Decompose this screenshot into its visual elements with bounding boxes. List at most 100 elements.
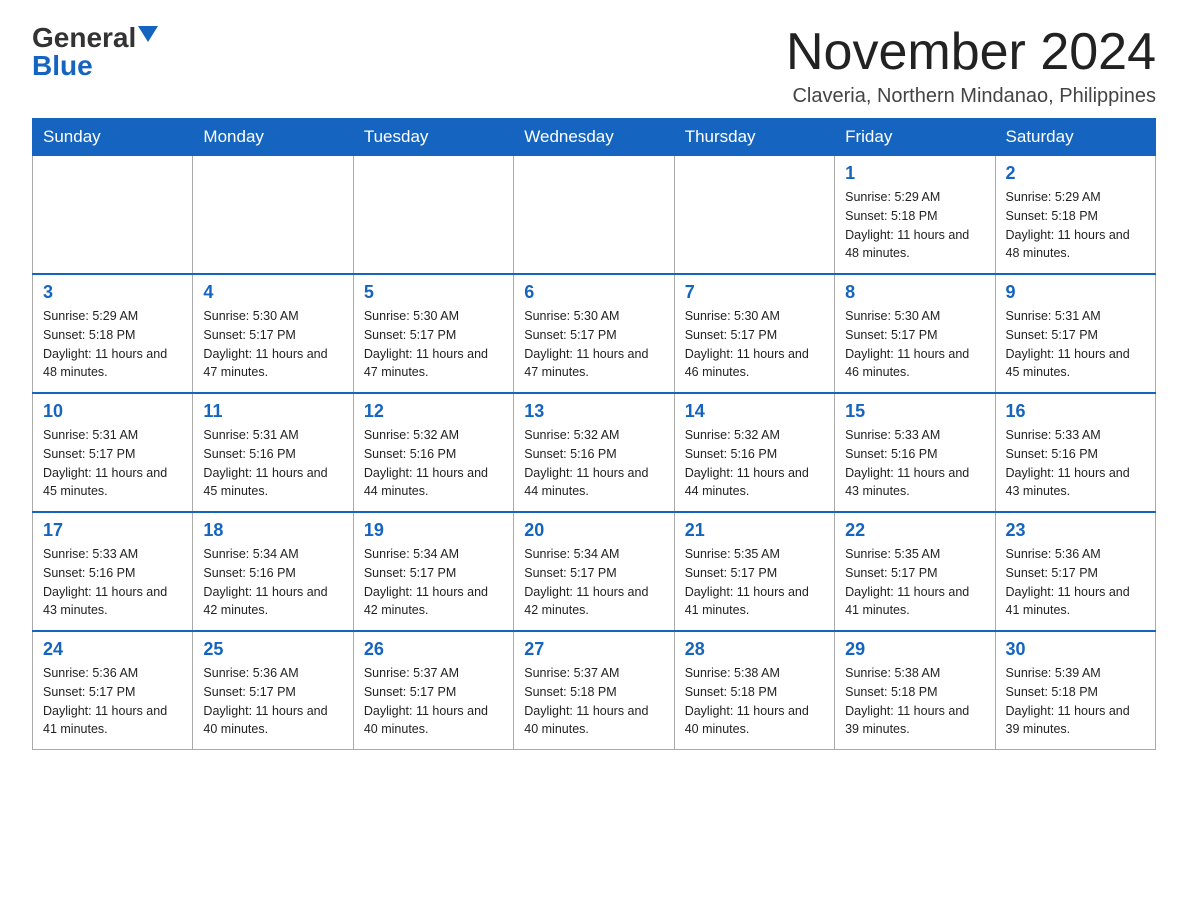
table-row: 6 Sunrise: 5:30 AMSunset: 5:17 PMDaylight…: [514, 274, 674, 393]
calendar-week-row: 24 Sunrise: 5:36 AMSunset: 5:17 PMDayligh…: [33, 631, 1156, 750]
day-info: Sunrise: 5:38 AMSunset: 5:18 PMDaylight:…: [845, 664, 984, 739]
day-number: 14: [685, 401, 824, 422]
day-number: 9: [1006, 282, 1145, 303]
table-row: [353, 156, 513, 275]
table-row: 14 Sunrise: 5:32 AMSunset: 5:16 PMDayligh…: [674, 393, 834, 512]
header-sunday: Sunday: [33, 119, 193, 156]
calendar-week-row: 10Sunrise: 5:31 AMSunset: 5:17 PMDayligh…: [33, 393, 1156, 512]
table-row: 27 Sunrise: 5:37 AMSunset: 5:18 PMDayligh…: [514, 631, 674, 750]
day-number: 25: [203, 639, 342, 660]
table-row: 4Sunrise: 5:30 AMSunset: 5:17 PMDaylight…: [193, 274, 353, 393]
table-row: 16 Sunrise: 5:33 AMSunset: 5:16 PMDayligh…: [995, 393, 1155, 512]
header-tuesday: Tuesday: [353, 119, 513, 156]
table-row: 20 Sunrise: 5:34 AMSunset: 5:17 PMDayligh…: [514, 512, 674, 631]
table-row: 5Sunrise: 5:30 AMSunset: 5:17 PMDaylight…: [353, 274, 513, 393]
day-number: 20: [524, 520, 663, 541]
table-row: 19 Sunrise: 5:34 AMSunset: 5:17 PMDayligh…: [353, 512, 513, 631]
calendar-week-row: 17 Sunrise: 5:33 AMSunset: 5:16 PMDayligh…: [33, 512, 1156, 631]
day-number: 19: [364, 520, 503, 541]
day-info: Sunrise: 5:36 AMSunset: 5:17 PMDaylight:…: [203, 664, 342, 739]
day-info: Sunrise: 5:34 AMSunset: 5:16 PMDaylight:…: [203, 545, 342, 620]
day-info: Sunrise: 5:32 AMSunset: 5:16 PMDaylight:…: [364, 426, 503, 501]
month-title: November 2024: [786, 24, 1156, 81]
day-number: 26: [364, 639, 503, 660]
table-row: 8 Sunrise: 5:30 AMSunset: 5:17 PMDaylight…: [835, 274, 995, 393]
table-row: 7Sunrise: 5:30 AMSunset: 5:17 PMDaylight…: [674, 274, 834, 393]
table-row: 17 Sunrise: 5:33 AMSunset: 5:16 PMDayligh…: [33, 512, 193, 631]
day-info: Sunrise: 5:37 AMSunset: 5:17 PMDaylight:…: [364, 664, 503, 739]
table-row: 10Sunrise: 5:31 AMSunset: 5:17 PMDayligh…: [33, 393, 193, 512]
day-info: Sunrise: 5:39 AMSunset: 5:18 PMDaylight:…: [1006, 664, 1145, 739]
day-number: 7: [685, 282, 824, 303]
location-subtitle: Claveria, Northern Mindanao, Philippines: [786, 85, 1156, 108]
header-thursday: Thursday: [674, 119, 834, 156]
day-number: 30: [1006, 639, 1145, 660]
header-saturday: Saturday: [995, 119, 1155, 156]
calendar-week-row: 1 Sunrise: 5:29 AMSunset: 5:18 PMDaylight…: [33, 156, 1156, 275]
day-number: 12: [364, 401, 503, 422]
table-row: 11 Sunrise: 5:31 AMSunset: 5:16 PMDayligh…: [193, 393, 353, 512]
table-row: [514, 156, 674, 275]
table-row: 9 Sunrise: 5:31 AMSunset: 5:17 PMDaylight…: [995, 274, 1155, 393]
logo-general: General: [32, 24, 136, 52]
day-number: 1: [845, 163, 984, 184]
day-number: 28: [685, 639, 824, 660]
calendar-table: Sunday Monday Tuesday Wednesday Thursday…: [32, 118, 1156, 750]
day-info: Sunrise: 5:38 AMSunset: 5:18 PMDaylight:…: [685, 664, 824, 739]
day-info: Sunrise: 5:31 AMSunset: 5:16 PMDaylight:…: [203, 426, 342, 501]
day-info: Sunrise: 5:32 AMSunset: 5:16 PMDaylight:…: [685, 426, 824, 501]
day-info: Sunrise: 5:30 AMSunset: 5:17 PMDaylight:…: [845, 307, 984, 382]
header-wednesday: Wednesday: [514, 119, 674, 156]
day-info: Sunrise: 5:33 AMSunset: 5:16 PMDaylight:…: [43, 545, 182, 620]
header-monday: Monday: [193, 119, 353, 156]
table-row: 13Sunrise: 5:32 AMSunset: 5:16 PMDayligh…: [514, 393, 674, 512]
day-number: 6: [524, 282, 663, 303]
day-number: 24: [43, 639, 182, 660]
day-info: Sunrise: 5:35 AMSunset: 5:17 PMDaylight:…: [845, 545, 984, 620]
day-info: Sunrise: 5:37 AMSunset: 5:18 PMDaylight:…: [524, 664, 663, 739]
day-number: 11: [203, 401, 342, 422]
header-friday: Friday: [835, 119, 995, 156]
day-info: Sunrise: 5:36 AMSunset: 5:17 PMDaylight:…: [43, 664, 182, 739]
day-number: 27: [524, 639, 663, 660]
day-info: Sunrise: 5:35 AMSunset: 5:17 PMDaylight:…: [685, 545, 824, 620]
table-row: 30 Sunrise: 5:39 AMSunset: 5:18 PMDayligh…: [995, 631, 1155, 750]
day-number: 3: [43, 282, 182, 303]
day-number: 8: [845, 282, 984, 303]
day-number: 16: [1006, 401, 1145, 422]
table-row: 12 Sunrise: 5:32 AMSunset: 5:16 PMDayligh…: [353, 393, 513, 512]
table-row: 25 Sunrise: 5:36 AMSunset: 5:17 PMDayligh…: [193, 631, 353, 750]
day-number: 2: [1006, 163, 1145, 184]
table-row: [193, 156, 353, 275]
day-number: 13: [524, 401, 663, 422]
table-row: 23 Sunrise: 5:36 AMSunset: 5:17 PMDayligh…: [995, 512, 1155, 631]
table-row: 3Sunrise: 5:29 AMSunset: 5:18 PMDaylight…: [33, 274, 193, 393]
table-row: 18 Sunrise: 5:34 AMSunset: 5:16 PMDayligh…: [193, 512, 353, 631]
day-info: Sunrise: 5:30 AMSunset: 5:17 PMDaylight:…: [524, 307, 663, 382]
page-header: General Blue November 2024 Claveria, Nor…: [32, 24, 1156, 108]
table-row: 24 Sunrise: 5:36 AMSunset: 5:17 PMDayligh…: [33, 631, 193, 750]
day-info: Sunrise: 5:29 AMSunset: 5:18 PMDaylight:…: [1006, 188, 1145, 263]
day-number: 18: [203, 520, 342, 541]
day-info: Sunrise: 5:31 AMSunset: 5:17 PMDaylight:…: [43, 426, 182, 501]
table-row: [674, 156, 834, 275]
day-info: Sunrise: 5:30 AMSunset: 5:17 PMDaylight:…: [203, 307, 342, 382]
table-row: 1Sunrise: 5:29 AMSunset: 5:18 PMDaylight…: [835, 156, 995, 275]
day-number: 5: [364, 282, 503, 303]
table-row: 26 Sunrise: 5:37 AMSunset: 5:17 PMDayligh…: [353, 631, 513, 750]
day-number: 23: [1006, 520, 1145, 541]
day-info: Sunrise: 5:34 AMSunset: 5:17 PMDaylight:…: [364, 545, 503, 620]
day-info: Sunrise: 5:34 AMSunset: 5:17 PMDaylight:…: [524, 545, 663, 620]
table-row: 22 Sunrise: 5:35 AMSunset: 5:17 PMDayligh…: [835, 512, 995, 631]
calendar-week-row: 3Sunrise: 5:29 AMSunset: 5:18 PMDaylight…: [33, 274, 1156, 393]
day-info: Sunrise: 5:31 AMSunset: 5:17 PMDaylight:…: [1006, 307, 1145, 382]
table-row: 15Sunrise: 5:33 AMSunset: 5:16 PMDayligh…: [835, 393, 995, 512]
title-block: November 2024 Claveria, Northern Mindana…: [786, 24, 1156, 108]
day-number: 29: [845, 639, 984, 660]
table-row: 28 Sunrise: 5:38 AMSunset: 5:18 PMDayligh…: [674, 631, 834, 750]
day-number: 22: [845, 520, 984, 541]
day-number: 17: [43, 520, 182, 541]
day-info: Sunrise: 5:36 AMSunset: 5:17 PMDaylight:…: [1006, 545, 1145, 620]
table-row: 29 Sunrise: 5:38 AMSunset: 5:18 PMDayligh…: [835, 631, 995, 750]
day-info: Sunrise: 5:33 AMSunset: 5:16 PMDaylight:…: [1006, 426, 1145, 501]
